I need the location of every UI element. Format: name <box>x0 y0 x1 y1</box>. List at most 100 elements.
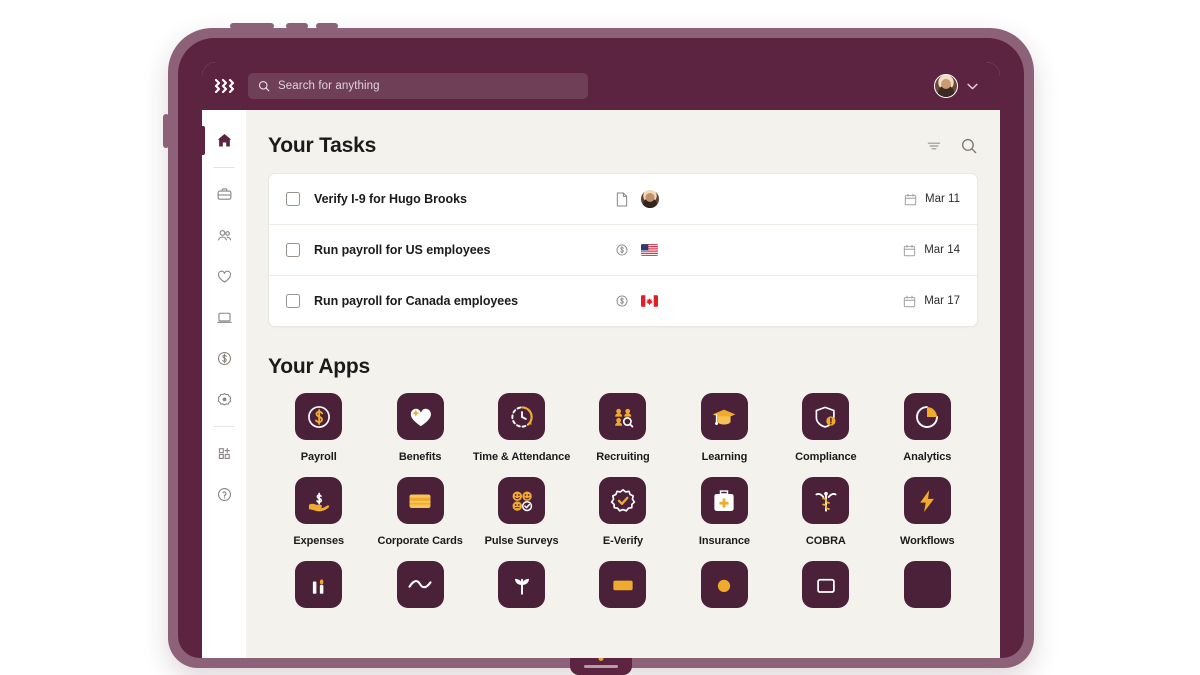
app-tile-analytics[interactable]: Analytics <box>877 393 978 463</box>
table-row[interactable]: Run payroll for Canada employees Mar 17 <box>269 275 977 326</box>
search-input[interactable]: Search for anything <box>248 73 588 99</box>
laptop-icon <box>216 312 232 323</box>
filter-icon[interactable] <box>926 138 942 154</box>
clock-arrow-icon <box>510 405 533 428</box>
app-tile-bg <box>802 477 850 524</box>
connector-bar <box>584 665 618 668</box>
task-assignee-avatar[interactable] <box>641 190 659 208</box>
tasks-search-icon[interactable] <box>960 137 978 155</box>
document-icon <box>616 192 628 206</box>
app-label: Pulse Surveys <box>484 535 559 547</box>
device-button-top-1[interactable] <box>230 23 274 29</box>
app-tile-partial[interactable] <box>369 561 470 608</box>
task-date: Mar 14 <box>924 244 960 256</box>
sidebar-item-briefcase[interactable] <box>202 174 246 215</box>
task-due: Mar 11 <box>904 193 960 206</box>
device-button-top-3[interactable] <box>316 23 338 29</box>
note-icon <box>817 578 835 593</box>
app-top-bar: Search for anything <box>202 62 1000 110</box>
smiley-grid-icon <box>512 491 532 511</box>
task-due: Mar 14 <box>903 244 960 257</box>
app-tile-partial[interactable] <box>572 561 673 608</box>
sidebar-item-home[interactable] <box>202 120 246 161</box>
shield-alert-icon <box>815 406 836 428</box>
heart-icon <box>217 270 231 283</box>
app-label: Analytics <box>903 451 952 463</box>
app-tile-partial[interactable] <box>471 561 572 608</box>
app-label: Corporate Cards <box>377 535 463 547</box>
flag-ca-icon <box>641 295 658 307</box>
app-tile-partial[interactable] <box>268 561 369 608</box>
gear-badge-icon <box>217 393 231 406</box>
briefcase-icon <box>217 188 231 200</box>
calendar-icon <box>904 244 916 256</box>
app-tile-bg <box>903 477 951 524</box>
task-checkbox[interactable] <box>286 243 300 257</box>
app-tile-recruiting[interactable]: Recruiting <box>572 393 673 463</box>
app-label: Time & Attendance <box>472 451 571 463</box>
app-tile-payroll[interactable]: Payroll <box>268 393 369 463</box>
app-tile-bg <box>700 561 748 608</box>
plant-icon <box>514 578 529 595</box>
app-tile-e-verify[interactable]: E-Verify <box>572 477 673 547</box>
device-button-top-2[interactable] <box>286 23 308 29</box>
app-label: Payroll <box>300 451 337 463</box>
app-tile-bg <box>396 477 444 524</box>
screenshot-root: Search for anything Your Tasks Verify I-… <box>0 0 1200 675</box>
sidebar-item-payroll[interactable] <box>202 338 246 379</box>
apps-add-icon <box>218 447 230 459</box>
task-date: Mar 17 <box>924 295 960 307</box>
search-icon <box>258 80 270 92</box>
sidebar-item-benefits[interactable] <box>202 256 246 297</box>
help-circle-icon <box>217 487 231 502</box>
app-tile-partial[interactable] <box>775 561 876 608</box>
app-tile-partial[interactable] <box>674 561 775 608</box>
app-tile-time-attendance[interactable]: Time & Attendance <box>471 393 572 463</box>
app-tile-bg <box>802 561 850 608</box>
app-tile-bg <box>599 393 647 440</box>
tablet-screen: Search for anything Your Tasks Verify I-… <box>202 62 1000 658</box>
task-label: Verify I-9 for Hugo Brooks <box>314 192 467 206</box>
app-tile-bg <box>700 393 748 440</box>
app-tile-bg <box>700 477 748 524</box>
sidebar-item-devices[interactable] <box>202 297 246 338</box>
table-row[interactable]: Run payroll for US employees Mar 14 <box>269 224 977 275</box>
apps-section-header: Your Apps <box>268 355 978 379</box>
app-tile-learning[interactable]: Learning <box>674 393 775 463</box>
main-content: Your Tasks Verify I-9 for Hugo Brooks Ma… <box>246 110 1000 658</box>
account-menu[interactable] <box>934 74 1000 98</box>
app-tile-bg <box>295 561 343 608</box>
app-tile-pulse-surveys[interactable]: Pulse Surveys <box>471 477 572 547</box>
table-row[interactable]: Verify I-9 for Hugo Brooks Mar 11 <box>269 174 977 224</box>
sidebar-item-settings[interactable] <box>202 379 246 420</box>
calendar-icon <box>904 193 917 205</box>
app-tile-partial[interactable] <box>877 561 978 608</box>
sidebar-item-people[interactable] <box>202 215 246 256</box>
app-tile-benefits[interactable]: Benefits <box>369 393 470 463</box>
app-tile-corporate-cards[interactable]: Corporate Cards <box>369 477 470 547</box>
calendar-icon <box>904 295 916 307</box>
app-tile-cobra[interactable]: COBRA <box>775 477 876 547</box>
task-date: Mar 11 <box>925 193 960 205</box>
dollar-circle-icon <box>307 405 330 428</box>
user-avatar[interactable] <box>934 74 958 98</box>
app-tile-compliance[interactable]: Compliance <box>775 393 876 463</box>
tasks-card: Verify I-9 for Hugo Brooks Mar 11 Run pa… <box>268 173 978 327</box>
wave-icon <box>408 579 432 588</box>
rippling-logo-icon[interactable] <box>202 79 246 93</box>
app-tile-workflows[interactable]: Workflows <box>877 477 978 547</box>
task-checkbox[interactable] <box>286 192 300 206</box>
pie-chart-icon <box>916 405 939 428</box>
task-checkbox[interactable] <box>286 294 300 308</box>
first-aid-kit-icon <box>714 489 735 511</box>
sidebar-item-add-apps[interactable] <box>202 433 246 474</box>
verified-check-icon <box>610 488 636 512</box>
sidebar-item-help[interactable] <box>202 474 246 515</box>
app-tile-expenses[interactable]: Expenses <box>268 477 369 547</box>
chevron-down-icon[interactable] <box>967 83 978 90</box>
app-tile-bg <box>498 393 546 440</box>
task-meta <box>615 243 658 257</box>
app-tile-insurance[interactable]: Insurance <box>674 477 775 547</box>
app-label: Insurance <box>698 535 750 547</box>
device-button-left[interactable] <box>163 114 169 148</box>
